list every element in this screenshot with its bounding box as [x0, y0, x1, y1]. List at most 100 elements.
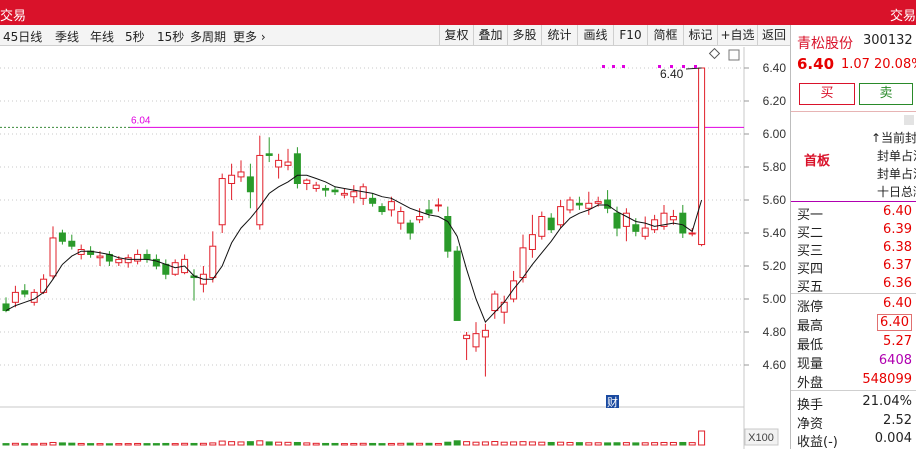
- volume-bar: [491, 441, 499, 446]
- limit-up-dot: [658, 65, 661, 68]
- price-axis-label: 6.20: [763, 94, 787, 108]
- collapse-icon[interactable]: [904, 115, 914, 125]
- current-volume-value: 6408: [878, 353, 912, 368]
- volume-bar: [209, 442, 217, 446]
- stock-code: 300132: [863, 33, 913, 48]
- period-quarter[interactable]: 季线: [55, 28, 79, 45]
- overlay-button[interactable]: 叠加: [473, 25, 507, 46]
- candle-body: [209, 245, 217, 279]
- candle-body: [416, 216, 424, 221]
- volume-bar: [162, 442, 170, 446]
- candle-body: [491, 293, 499, 312]
- candle-body: [265, 153, 273, 156]
- divider: [791, 111, 916, 112]
- candle-body: [481, 329, 489, 338]
- bid-price[interactable]: 6.39: [883, 222, 912, 237]
- period-year[interactable]: 年线: [90, 28, 114, 45]
- divider: [791, 201, 916, 202]
- candle-body: [322, 187, 330, 191]
- candle-body: [566, 199, 574, 211]
- f10-button[interactable]: F10: [613, 25, 647, 46]
- divider: [791, 293, 916, 294]
- back-button[interactable]: 返回: [757, 25, 790, 46]
- volume-bar: [369, 442, 377, 446]
- volume-bar: [30, 443, 38, 446]
- volume-bar: [134, 442, 142, 446]
- sell-button[interactable]: 卖: [859, 83, 913, 105]
- period-multi[interactable]: 多周期: [190, 28, 226, 45]
- volume-bar: [124, 443, 132, 446]
- stat-label: 净资: [797, 417, 824, 432]
- volume-bar: [660, 441, 668, 446]
- period-45day[interactable]: 45日线: [3, 28, 42, 45]
- volume-bar: [68, 442, 76, 446]
- high-marker-label: 6.40: [660, 67, 684, 81]
- candle-body: [547, 217, 555, 231]
- price-axis-label: 5.80: [763, 160, 787, 174]
- buy-button[interactable]: 买: [799, 83, 855, 105]
- bid-price[interactable]: 6.38: [883, 240, 912, 255]
- candle-body: [312, 184, 320, 189]
- draw-line-button[interactable]: 画线: [577, 25, 613, 46]
- stat-label: 换手: [797, 398, 824, 413]
- candle-body: [303, 179, 311, 184]
- volume-bar: [87, 443, 95, 446]
- volume-bar: [538, 441, 546, 446]
- limit-up-value: 6.40: [883, 296, 912, 311]
- seal-info-line: 十日总涨: [877, 185, 916, 199]
- candle-body: [21, 290, 29, 295]
- candle-body: [500, 301, 508, 313]
- period-5s[interactable]: 5秒: [125, 28, 145, 45]
- volume-bar: [604, 442, 612, 446]
- volume-bar: [77, 442, 85, 446]
- earnings-value: 0.004: [874, 431, 912, 446]
- price-change: 1.07: [841, 57, 870, 72]
- candle-body: [453, 250, 461, 321]
- volume-bar: [416, 442, 424, 446]
- mark-button[interactable]: 标记: [683, 25, 717, 46]
- volume-bar: [500, 441, 508, 446]
- adjust-button[interactable]: 复权: [439, 25, 473, 46]
- multi-stock-button[interactable]: 多股: [507, 25, 541, 46]
- candle-body: [679, 212, 687, 234]
- volume-bar: [322, 442, 330, 446]
- price-axis-label: 5.00: [763, 292, 787, 306]
- turnover-value: 21.04%: [862, 394, 912, 409]
- candle-body: [40, 278, 48, 293]
- stock-name: 青松股份: [797, 36, 853, 52]
- bid-price[interactable]: 6.40: [883, 204, 912, 219]
- volume-bar: [387, 442, 395, 446]
- volume-bar: [190, 442, 198, 446]
- volume-bar: [359, 442, 367, 446]
- volume-bar: [641, 442, 649, 446]
- volume-bar: [397, 442, 405, 446]
- period-15s[interactable]: 15秒: [157, 28, 184, 45]
- price-axis-label: 6.40: [763, 61, 787, 75]
- volume-bar: [49, 441, 57, 446]
- volume-bar: [453, 440, 461, 446]
- candle-body: [331, 189, 339, 193]
- candle-body: [538, 216, 546, 237]
- add-watchlist-button[interactable]: +自选: [717, 25, 757, 46]
- net-assets-value: 2.52: [883, 413, 912, 428]
- current-price: 6.40: [797, 55, 835, 73]
- candle-body: [387, 201, 395, 211]
- scroll-icon: [728, 49, 740, 61]
- candle-body: [397, 211, 405, 224]
- price-axis-label: 4.60: [763, 358, 787, 372]
- bid-label: 买二: [797, 226, 824, 241]
- candle-body: [124, 257, 132, 264]
- volume-bar: [340, 443, 348, 446]
- bid-price[interactable]: 6.36: [883, 276, 912, 291]
- limit-up-dot: [670, 65, 673, 68]
- trading-window: 交易 交易 45日线 季线 年线 5秒 15秒 多周期 更多 › 复权 叠加 多…: [0, 0, 916, 449]
- volume-bar: [472, 441, 480, 446]
- volume-bar: [481, 441, 489, 446]
- simple-frame-button[interactable]: 简框: [647, 25, 683, 46]
- bid-price[interactable]: 6.37: [883, 258, 912, 273]
- candle-body: [632, 224, 640, 232]
- candlestick-chart[interactable]: 6.40 6.20 6.00 5.80 5.60 5.40 5.20 5.00 4.80 4.60…: [0, 47, 790, 449]
- volume-bar: [275, 441, 283, 446]
- statistics-button[interactable]: 统计: [541, 25, 577, 46]
- period-more[interactable]: 更多 ›: [233, 28, 266, 45]
